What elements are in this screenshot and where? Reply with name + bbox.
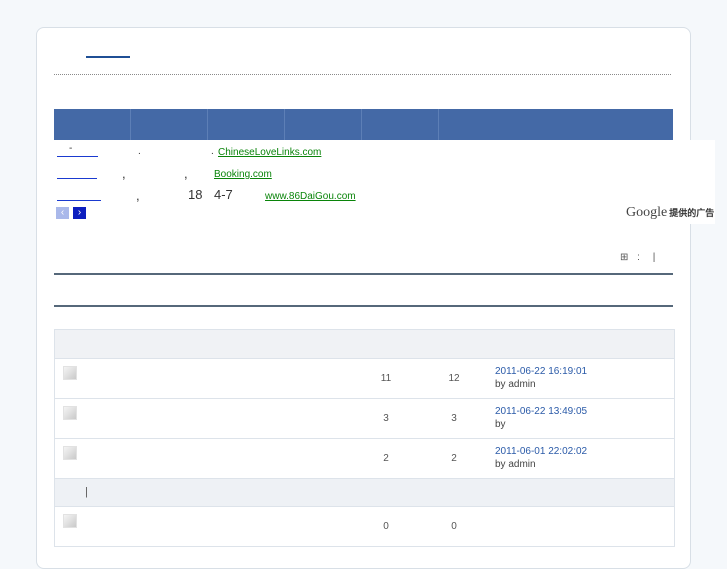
ad-text: ,: [184, 166, 188, 181]
reply-count: 2: [383, 453, 389, 464]
thread-status-icon: [63, 514, 77, 528]
chevron-left-icon: ‹: [60, 207, 65, 218]
thread-table: 11 12 2011-06-22 16:19:01 by admin 3 3 2…: [54, 329, 675, 547]
ad-url-link[interactable]: Booking.com: [214, 169, 272, 180]
table-row[interactable]: 3 3 2011-06-22 13:49:05 by: [55, 399, 674, 439]
reply-count: 11: [380, 373, 392, 384]
ad-title-link[interactable]: [57, 146, 98, 157]
toolbar-colon: :: [637, 252, 640, 263]
last-post-date[interactable]: 2011-06-22 16:19:01: [495, 366, 587, 377]
ad-url-link[interactable]: ChineseLoveLinks.com: [218, 147, 321, 158]
table-header: [55, 329, 674, 359]
google-ads-label[interactable]: Google 提供的广告: [626, 205, 714, 221]
ad-title-link[interactable]: [57, 168, 97, 179]
nav-bar: [54, 109, 673, 140]
table-row[interactable]: 2 2 2011-06-01 22:02:02 by admin: [55, 439, 674, 479]
nav-item[interactable]: [54, 109, 131, 140]
prev-ad-button[interactable]: ‹: [56, 207, 69, 219]
grid-view-icon[interactable]: ⊞: [620, 252, 628, 263]
reply-count: 0: [383, 521, 389, 532]
table-row[interactable]: 11 12 2011-06-22 16:19:01 by admin: [55, 359, 674, 399]
google-logo: Google: [626, 205, 668, 220]
last-post-author[interactable]: by admin: [495, 379, 536, 390]
view-count: 12: [448, 373, 460, 384]
last-post-date[interactable]: 2011-06-22 13:49:05: [495, 406, 587, 417]
nav-item[interactable]: [131, 109, 208, 140]
table-row[interactable]: 0 0: [55, 507, 674, 547]
table-section-header: |: [55, 479, 674, 507]
nav-item[interactable]: [362, 109, 439, 140]
ad-text: ,: [122, 166, 126, 181]
ad-text: .: [138, 146, 141, 157]
thread-status-icon: [63, 446, 77, 460]
section-rule: [54, 273, 673, 275]
toolbar-separator: |: [652, 252, 656, 263]
last-post-date[interactable]: 2011-06-01 22:02:02: [495, 446, 587, 457]
ad-title-link[interactable]: [57, 190, 101, 201]
view-count: 3: [451, 413, 457, 424]
page-title-link[interactable]: [86, 54, 130, 58]
chevron-right-icon: ›: [77, 207, 82, 218]
thread-status-icon: [63, 406, 77, 420]
dotted-divider: [54, 74, 671, 75]
nav-item[interactable]: [439, 109, 673, 140]
view-count: 0: [451, 521, 457, 532]
next-ad-button[interactable]: ›: [73, 207, 86, 219]
ad-mark: -: [69, 143, 73, 154]
nav-item[interactable]: [285, 109, 362, 140]
view-count: 2: [451, 453, 457, 464]
section-rule: [54, 305, 673, 307]
reply-count: 3: [383, 413, 389, 424]
ad-text: ,: [136, 188, 140, 203]
ads-by-google-text: 提供的广告: [669, 209, 715, 219]
ad-text: 4-7: [214, 187, 233, 202]
last-post-author[interactable]: by admin: [495, 459, 536, 470]
thread-status-icon: [63, 366, 77, 380]
nav-item[interactable]: [208, 109, 285, 140]
ad-panel: [54, 140, 715, 224]
last-post-author[interactable]: by: [495, 419, 506, 430]
ad-text: 18: [188, 187, 203, 202]
section-separator: |: [85, 486, 88, 498]
ad-text: .: [211, 146, 214, 157]
view-toolbar: ⊞ : |: [620, 252, 655, 263]
ad-url-link[interactable]: www.86DaiGou.com: [265, 191, 356, 202]
